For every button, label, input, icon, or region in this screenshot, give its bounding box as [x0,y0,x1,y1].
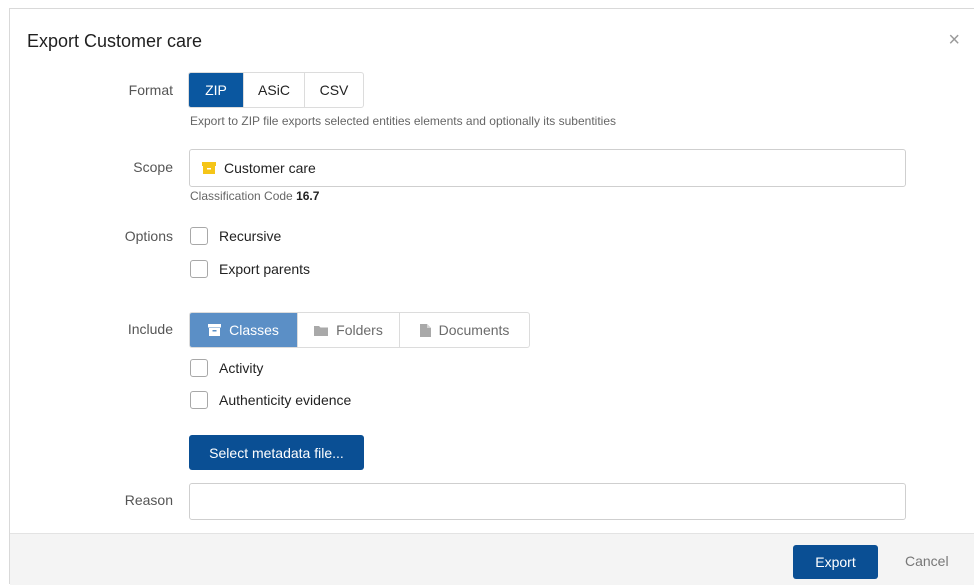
format-label: Format [128,82,173,98]
document-icon [419,323,431,337]
activity-checkbox[interactable] [190,359,208,377]
include-activity: Activity [190,359,263,377]
activity-label: Activity [219,360,264,376]
format-hint: Export to ZIP file exports selected enti… [190,114,617,128]
tab-documents[interactable]: Documents [400,313,529,347]
reason-input[interactable] [189,483,906,520]
options-label: Options [124,228,173,244]
recursive-label: Recursive [219,228,282,244]
classification-code: Classification Code 16.7 [190,189,319,203]
export-parents-label: Export parents [219,261,311,277]
include-tabs: Classes Folders Documents [189,312,530,348]
dialog-title: Export Customer care [27,31,203,51]
include-authenticity-evidence: Authenticity evidence [190,391,351,409]
tab-folders-label: Folders [336,322,383,338]
format-option-zip[interactable]: ZIP [189,73,244,107]
classification-code-label: Classification Code [190,189,293,203]
option-export-parents: Export parents [190,260,310,278]
dialog-footer: Export Cancel [10,533,974,585]
format-selector: ZIP ASiC CSV [188,72,364,108]
box-icon [202,162,216,174]
class-box-icon [208,324,222,336]
authenticity-evidence-label: Authenticity evidence [219,392,352,408]
export-dialog: Export Customer care × Format ZIP ASiC C… [9,8,974,585]
export-parents-checkbox[interactable] [190,260,208,278]
select-metadata-file-button[interactable]: Select metadata file... [189,435,364,470]
tab-classes-label: Classes [229,322,279,338]
reason-label: Reason [124,492,173,508]
option-recursive: Recursive [190,227,281,245]
format-option-asic[interactable]: ASiC [244,73,305,107]
export-button[interactable]: Export [793,545,878,579]
authenticity-evidence-checkbox[interactable] [190,391,208,409]
tab-folders[interactable]: Folders [298,313,400,347]
tab-classes[interactable]: Classes [190,313,298,347]
recursive-checkbox[interactable] [190,227,208,245]
scope-field[interactable]: Customer care [189,149,906,187]
classification-code-value: 16.7 [296,189,320,203]
scope-value: Customer care [224,160,316,176]
folder-icon [314,325,329,336]
scope-label: Scope [133,159,173,175]
cancel-button[interactable]: Cancel [905,553,949,569]
close-icon[interactable]: × [948,30,960,50]
format-option-csv[interactable]: CSV [305,73,363,107]
tab-documents-label: Documents [438,322,510,338]
include-label: Include [127,321,173,337]
